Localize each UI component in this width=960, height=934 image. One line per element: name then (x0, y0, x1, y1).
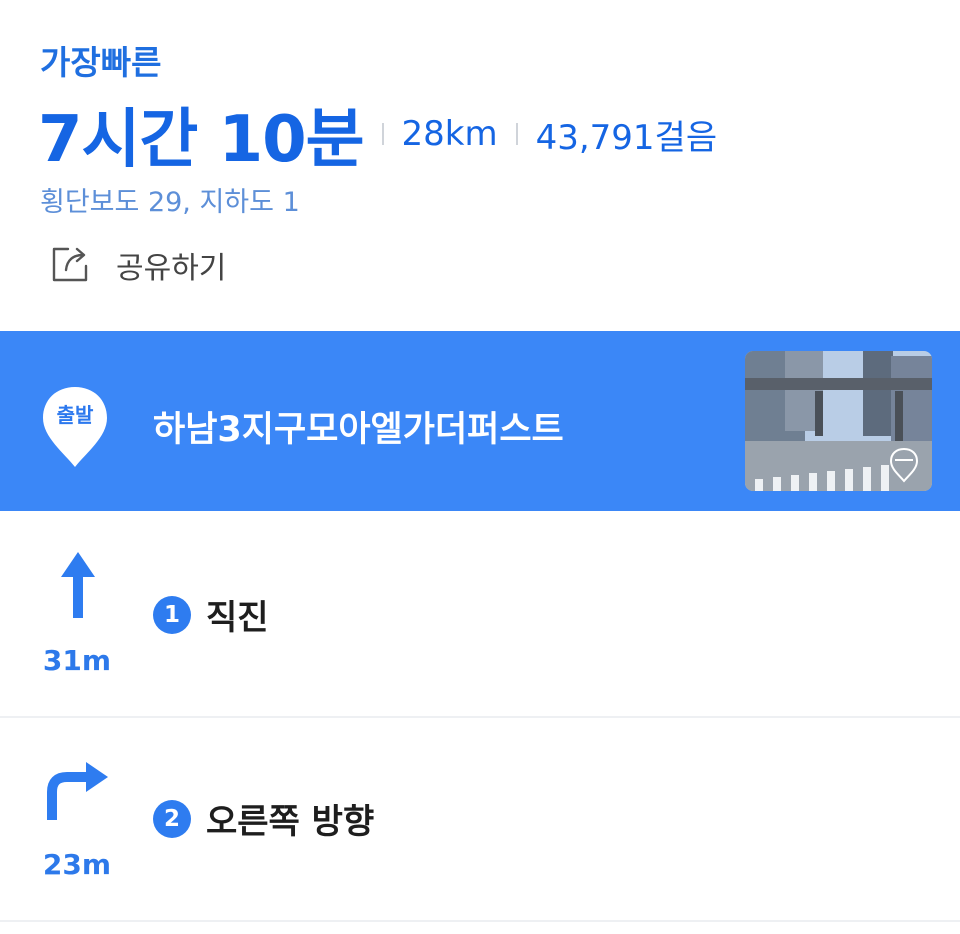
divider (381, 123, 384, 145)
route-summary: 가장빠른 7시간 10분 28km 43,791걸음 횡단보도 29, 지하도 … (0, 0, 960, 330)
route-step[interactable]: 23m 2 오른쪽 방향 (0, 716, 960, 922)
turn-right-icon (40, 752, 116, 828)
share-icon (48, 240, 94, 290)
travel-distance: 28km (401, 114, 498, 154)
crossings-info: 횡단보도 29, 지하도 1 (40, 187, 300, 218)
route-stats: 7시간 10분 28km 43,791걸음 (38, 98, 718, 177)
start-pin-icon: 출발 (40, 385, 110, 469)
step-number: 2 (153, 800, 191, 838)
route-type-label: 가장빠른 (40, 43, 162, 82)
step-instruction: 직진 (206, 598, 269, 638)
step-distance: 31m (42, 644, 112, 677)
start-badge: 출발 (56, 403, 94, 427)
start-location-name: 하남3지구모아엘가더퍼스트 (153, 410, 564, 450)
step-number: 1 (153, 596, 191, 634)
start-location-banner[interactable]: 출발 하남3지구모아엘가더퍼스트 (0, 331, 960, 511)
street-view-thumbnail[interactable] (745, 351, 932, 491)
step-instruction: 오른쪽 방향 (206, 802, 375, 842)
arrow-up-icon (40, 548, 116, 624)
step-count: 43,791걸음 (535, 117, 718, 158)
share-button[interactable]: 공유하기 (48, 240, 226, 290)
route-step[interactable]: 31m 1 직진 (0, 512, 960, 718)
divider (515, 123, 518, 145)
share-label: 공유하기 (116, 251, 227, 286)
travel-duration: 7시간 10분 (38, 103, 365, 177)
step-distance: 23m (42, 848, 112, 881)
